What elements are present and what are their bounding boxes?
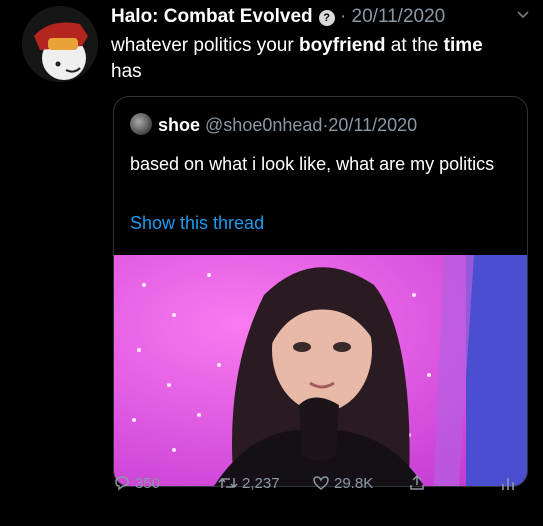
chevron-down-icon[interactable] <box>515 6 531 27</box>
tweet-text: whatever politics your boyfriend at the … <box>111 33 511 85</box>
tweet-text-part: has <box>111 61 142 82</box>
reply-count: 350 <box>135 474 161 492</box>
author-name[interactable]: Halo: Combat Evolved <box>111 6 313 27</box>
header-separator: · <box>339 6 347 27</box>
share-icon <box>410 474 424 490</box>
reply-icon <box>115 476 129 491</box>
tweet-actions: 350 2,237 29.8K <box>0 474 543 498</box>
quoted-tweet[interactable]: shoe @shoe0nhead·20/11/2020 based on wha… <box>113 96 528 487</box>
like-icon <box>313 476 329 490</box>
quote-photo[interactable] <box>114 255 527 486</box>
tweet-text-part: at the <box>385 35 444 56</box>
retweet-count: 2,237 <box>242 474 280 492</box>
tweet-header: Halo: Combat Evolved? · 20/11/2020 <box>111 4 513 30</box>
quote-avatar <box>130 113 152 135</box>
quote-header: shoe @shoe0nhead·20/11/2020 <box>130 113 417 137</box>
analytics-button[interactable] <box>500 474 516 492</box>
quote-text: based on what i look like, what are my p… <box>130 154 495 174</box>
retweet-button[interactable]: 2,237 <box>218 474 280 492</box>
retweet-icon <box>218 477 238 489</box>
tweet-text-part: whatever politics your <box>111 35 299 56</box>
tweet-date[interactable]: 20/11/2020 <box>352 6 446 27</box>
analytics-icon <box>502 478 514 490</box>
tweet-text-bold: boyfriend <box>298 35 386 56</box>
author-avatar[interactable] <box>22 6 98 82</box>
quote-handle: @shoe0nhead <box>205 115 323 135</box>
like-button[interactable]: 29.8K <box>312 474 373 492</box>
quote-date: 20/11/2020 <box>328 115 418 135</box>
quote-author-name: shoe <box>158 115 201 135</box>
verified-badge-icon: ? <box>318 10 335 26</box>
show-thread-link[interactable]: Show this thread <box>130 213 264 234</box>
like-count: 29.8K <box>334 474 374 492</box>
share-button[interactable] <box>408 474 426 492</box>
reply-button[interactable]: 350 <box>113 474 160 492</box>
tweet-text-bold: time <box>443 35 483 56</box>
